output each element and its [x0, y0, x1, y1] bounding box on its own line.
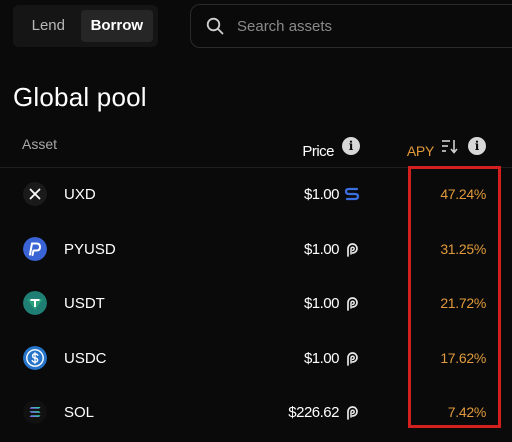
page-title: Global pool [13, 82, 147, 112]
asset-apy: 47.24% [440, 186, 486, 202]
table-row[interactable]: USDT $1.00 21.72% [0, 277, 512, 332]
asset-apy: 31.25% [440, 240, 486, 257]
asset-apy: 7.42% [447, 404, 487, 420]
pyusd-coin-icon [23, 236, 47, 261]
search-icon [205, 16, 225, 36]
pyth-icon [347, 242, 358, 257]
price-info-icon[interactable]: i [342, 137, 360, 155]
table-row[interactable]: PYUSD $1.00 31.25% [0, 223, 512, 278]
asset-symbol: PYUSD [64, 240, 116, 258]
asset-price: $226.62 [288, 404, 339, 421]
assets-table: Asset Price i APY i UXD $1.00 47.24% PYU… [0, 125, 512, 441]
sol-coin-icon [23, 400, 47, 424]
lend-tab[interactable]: Lend [18, 10, 79, 42]
table-row[interactable]: USDC $1.00 17.62% [0, 332, 512, 387]
asset-apy: 17.62% [440, 349, 486, 366]
search-input[interactable] [235, 16, 489, 36]
pyth-icon [347, 351, 358, 366]
uxd-coin-icon [23, 182, 47, 206]
price-column-header[interactable]: Price [302, 143, 334, 160]
pyth-icon [347, 297, 358, 311]
search-bar [190, 4, 512, 48]
table-row[interactable]: SOL $226.62 7.42% [0, 386, 512, 441]
asset-price: $1.00 [303, 295, 340, 312]
asset-price: $1.00 [303, 349, 340, 367]
switchboard-icon [344, 187, 360, 201]
table-row[interactable]: UXD $1.00 47.24% [0, 168, 512, 223]
borrow-tab[interactable]: Borrow [80, 10, 153, 42]
asset-symbol: UXD [64, 186, 96, 203]
sort-descending-icon[interactable] [441, 138, 459, 154]
usdc-coin-icon [23, 345, 47, 370]
asset-apy: 21.72% [440, 295, 486, 311]
table-header: Asset Price i APY i [0, 125, 512, 168]
asset-price: $1.00 [303, 240, 340, 258]
asset-column-header: Asset [22, 136, 58, 152]
lend-borrow-toggle: Lend Borrow [13, 5, 158, 47]
apy-column-header[interactable]: APY [407, 143, 434, 159]
asset-symbol: USDT [64, 295, 105, 312]
apy-info-icon[interactable]: i [468, 137, 486, 155]
asset-symbol: SOL [64, 404, 95, 421]
pyth-icon [347, 406, 358, 420]
asset-symbol: USDC [64, 349, 107, 367]
usdt-coin-icon [23, 291, 47, 315]
asset-price: $1.00 [303, 186, 340, 203]
